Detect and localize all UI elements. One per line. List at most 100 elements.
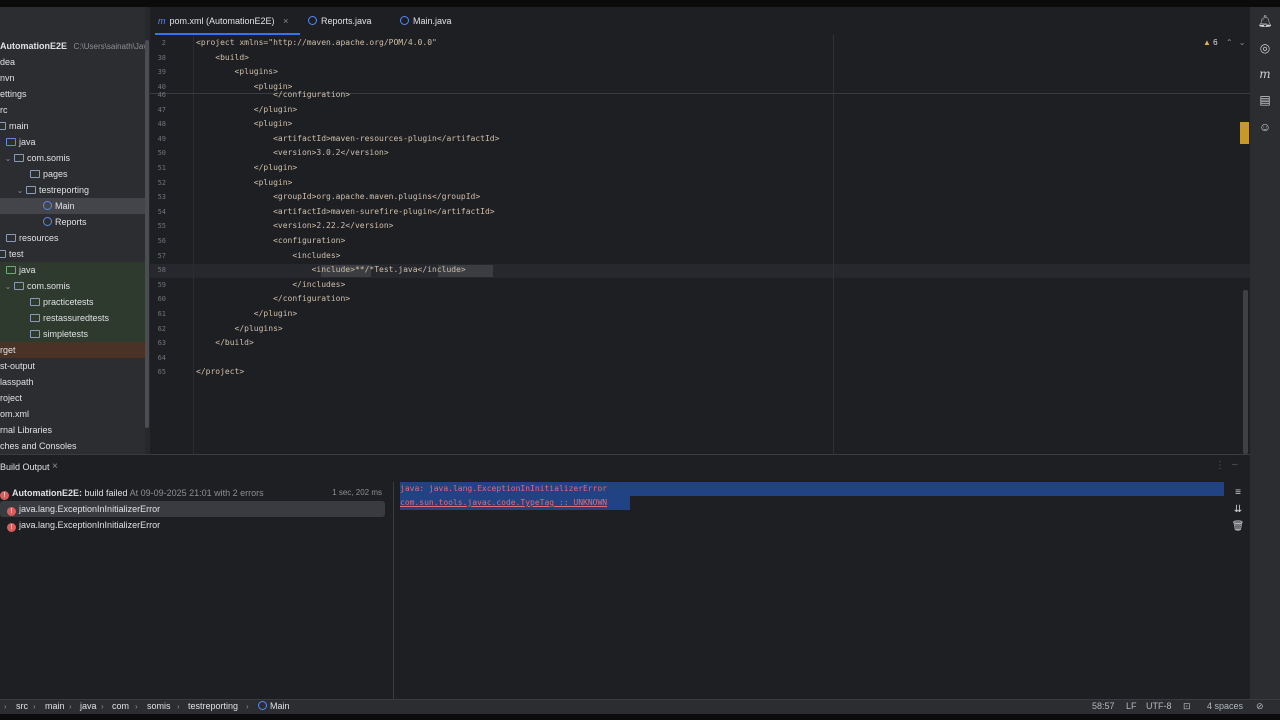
caret-position[interactable]: 58:57 [1092, 700, 1115, 713]
tree-item-testreporting[interactable]: ⌄ testreporting [0, 182, 145, 198]
breadcrumb-src[interactable]: src [16, 700, 28, 713]
file-encoding[interactable]: UTF-8 [1146, 700, 1172, 713]
line-number: 50 [157, 149, 166, 157]
code-line: </configuration> [196, 294, 351, 303]
notifications-icon[interactable]: 🔔︎ [1257, 13, 1273, 29]
tree-item-resources[interactable]: resources [0, 230, 145, 246]
build-output-tab[interactable]: Build Output [0, 462, 50, 472]
line-number: 2 [161, 39, 166, 47]
editor-scrollbar-thumb[interactable] [1243, 290, 1248, 454]
code-line: </build> [196, 338, 254, 347]
tree-item-mvn[interactable]: nvn [0, 70, 145, 86]
folder-icon [0, 122, 6, 130]
tree-item-simpletests[interactable]: simpletests [0, 326, 145, 342]
error-stripe-mark[interactable] [1240, 122, 1249, 144]
tab-main-java[interactable]: Main.java [400, 7, 452, 35]
warnings-count: 6 [1213, 38, 1218, 47]
tree-item-com-somis[interactable]: ⌄ com.somis [0, 150, 145, 166]
right-tool-strip [1250, 7, 1280, 699]
breadcrumb-somis[interactable]: somis [147, 700, 171, 713]
ai-assistant-icon[interactable]: ◎ [1257, 40, 1273, 56]
gutter-separator [193, 35, 194, 454]
chevron-down-icon[interactable]: ⌄ [4, 279, 12, 295]
class-icon [308, 16, 317, 25]
breadcrumb-com[interactable]: com [112, 700, 129, 713]
build-error-row[interactable]: ! java.lang.ExceptionInInitializerError [0, 501, 385, 517]
project-scrollbar-thumb[interactable] [145, 40, 149, 428]
tree-item-project[interactable]: roject [0, 390, 145, 406]
tree-item-main-class[interactable]: Main [0, 198, 145, 214]
breadcrumb-main-class[interactable]: Main [258, 700, 290, 713]
line-number: 48 [157, 120, 166, 128]
project-tool-window: AutomationE2E C:\Users\sainath\JavaF dea… [0, 7, 145, 454]
tree-item-pages[interactable]: pages [0, 166, 145, 182]
build-error-row[interactable]: ! java.lang.ExceptionInInitializerError [0, 517, 385, 533]
breadcrumb-java[interactable]: java [80, 700, 97, 713]
code-line: </configuration> [196, 90, 351, 99]
tree-item-reports-class[interactable]: Reports [0, 214, 145, 230]
tree-item-practicetests[interactable]: practicetests [0, 294, 145, 310]
tree-item-test-com-somis[interactable]: ⌄ com.somis [0, 278, 145, 294]
tree-item-main[interactable]: main [0, 118, 145, 134]
indent-setting[interactable]: 4 spaces [1207, 700, 1243, 713]
inspection-widget[interactable]: ▲ 6 ⌃ ⌄ [1203, 38, 1245, 47]
console-line: java: java.lang.ExceptionInInitializerEr… [400, 484, 608, 493]
class-icon [43, 217, 52, 226]
code-line: </plugin> [196, 163, 298, 172]
maven-icon[interactable]: m [1257, 66, 1273, 82]
copilot-icon[interactable]: ☺ [1257, 119, 1273, 135]
line-separator[interactable]: LF [1126, 700, 1137, 713]
code-line: </project> [196, 367, 245, 376]
line-number: 40 [157, 83, 166, 91]
tree-item-test-java[interactable]: java [0, 262, 145, 278]
trash-icon[interactable]: 🗑︎ [1231, 520, 1245, 534]
chevron-down-icon[interactable]: ⌄ [1239, 38, 1246, 47]
code-line: <version>3.0.2</version> [196, 148, 389, 157]
source-folder-icon [6, 138, 16, 146]
tree-item-classpath[interactable]: lasspath [0, 374, 145, 390]
line-number: 38 [157, 54, 166, 62]
tree-item-restassuredtests[interactable]: restassuredtests [0, 310, 145, 326]
sticky-code-line: <plugins> [196, 67, 278, 76]
code-line: </plugin> [196, 105, 298, 114]
breadcrumb-testreporting[interactable]: testreporting [188, 700, 238, 713]
tree-item-external-libraries[interactable]: rnal Libraries [0, 422, 145, 438]
tree-item-settings[interactable]: ettings [0, 86, 145, 102]
options-icon[interactable]: ⋮ [1215, 460, 1225, 471]
line-number: 61 [157, 310, 166, 318]
tree-item-pom-xml[interactable]: om.xml [0, 406, 145, 422]
lock-icon[interactable]: ⊡ [1183, 700, 1191, 713]
project-root-row[interactable]: AutomationE2E C:\Users\sainath\JavaF [0, 38, 145, 54]
breadcrumb-main[interactable]: main [45, 700, 65, 713]
chevron-up-icon[interactable]: ⌃ [1226, 38, 1233, 47]
soft-wrap-icon[interactable]: ≡ [1231, 486, 1245, 500]
code-line: </includes> [196, 280, 346, 289]
line-number: 39 [157, 68, 166, 76]
tree-item-test[interactable]: test [0, 246, 145, 262]
error-icon: ! [7, 507, 16, 516]
build-summary-row[interactable]: ! AutomationE2E: build failed At 09-09-20… [0, 485, 385, 501]
close-icon[interactable]: × [283, 16, 288, 26]
tree-item-main-java[interactable]: java [0, 134, 145, 150]
scroll-to-end-icon[interactable]: ⇊ [1231, 503, 1245, 517]
chevron-down-icon[interactable]: ⌄ [4, 151, 12, 167]
tree-item-test-output[interactable]: st-output [0, 358, 145, 374]
window-bottom-edge [0, 714, 1280, 720]
build-console[interactable] [394, 482, 1226, 699]
minimize-icon[interactable]: – [1232, 459, 1238, 470]
warning-icon: ▲ [1203, 38, 1211, 47]
tab-reports-java[interactable]: Reports.java [308, 7, 372, 35]
close-icon[interactable]: × [52, 461, 58, 472]
tree-item-target[interactable]: rget [0, 342, 145, 358]
line-number: 49 [157, 135, 166, 143]
database-icon[interactable]: ▤ [1257, 92, 1273, 108]
chevron-down-icon[interactable]: ⌄ [16, 183, 24, 199]
code-line: <configuration> [196, 236, 346, 245]
tree-item-scratches[interactable]: ches and Consoles [0, 438, 145, 454]
tree-item-idea[interactable]: dea [0, 54, 145, 70]
readonly-toggle-icon[interactable]: ⊘ [1256, 700, 1264, 713]
tab-pom-xml[interactable]: m pom.xml (AutomationE2E) × [158, 7, 288, 35]
tree-item-src[interactable]: rc [0, 102, 145, 118]
sticky-code-line: <build> [196, 53, 249, 62]
class-icon [258, 701, 267, 710]
